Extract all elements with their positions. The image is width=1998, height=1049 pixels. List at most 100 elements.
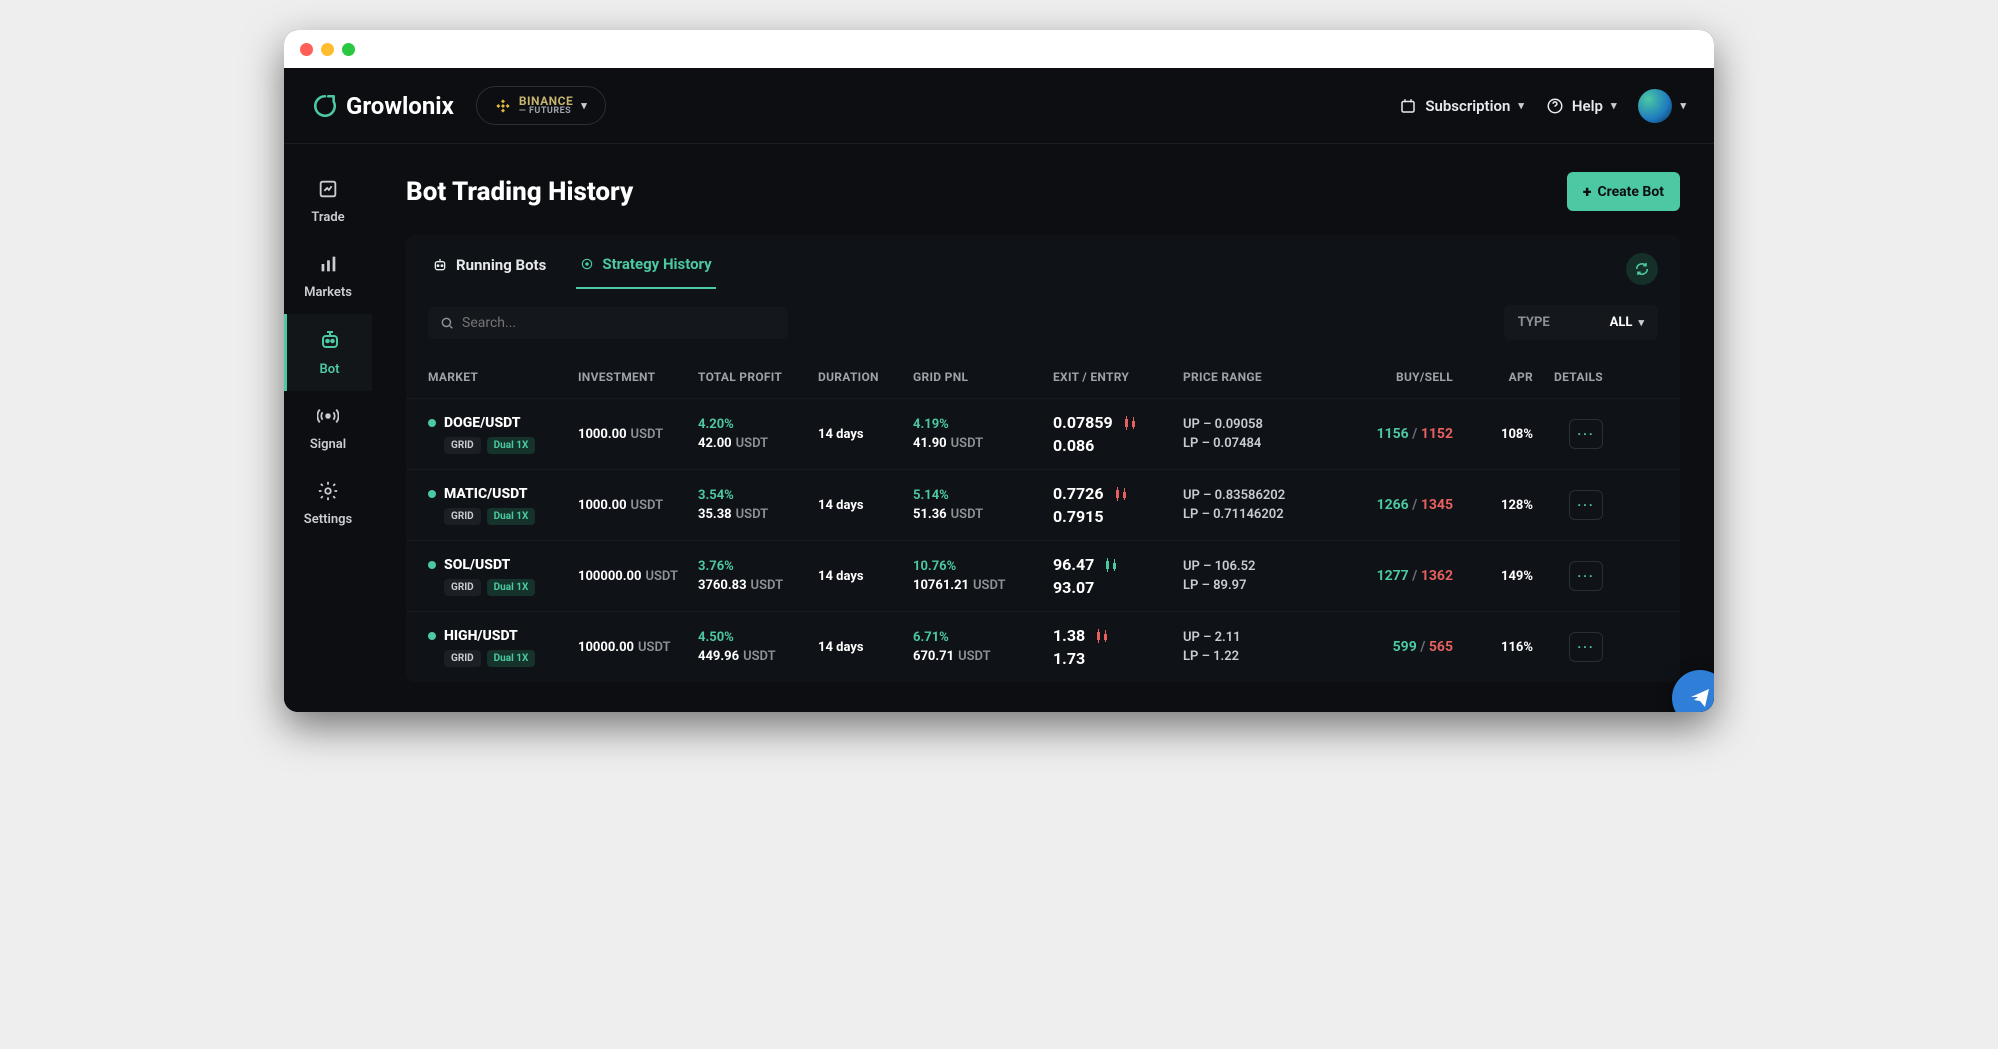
markets-icon: [317, 253, 339, 279]
refresh-icon: [1634, 261, 1650, 277]
search-input-wrap[interactable]: [428, 307, 788, 339]
sidebar-item-label: Settings: [304, 512, 352, 527]
plus-icon: +: [1583, 182, 1592, 201]
sell-count: 565: [1429, 639, 1453, 655]
tab-running-bots[interactable]: Running Bots: [428, 250, 550, 288]
grid-pnl-amount: 41.90: [913, 436, 947, 451]
apr: 116%: [1501, 640, 1533, 655]
entry-price: 0.7915: [1053, 507, 1104, 526]
sidebar-item-label: Markets: [304, 285, 352, 300]
sidebar: Trade Markets Bot Signal Settings: [284, 144, 372, 712]
chevron-down-icon: ▾: [1680, 99, 1686, 112]
dual-badge: Dual 1X: [487, 579, 536, 596]
price-range-lp: LP – 1.22: [1183, 649, 1343, 664]
close-window-button[interactable]: [300, 43, 313, 56]
price-range-lp: LP – 89.97: [1183, 578, 1343, 593]
apr: 149%: [1501, 569, 1533, 584]
grid-badge: GRID: [444, 437, 481, 454]
minimize-window-button[interactable]: [321, 43, 334, 56]
buy-count: 1266: [1377, 497, 1409, 513]
dual-badge: Dual 1X: [487, 508, 536, 525]
total-profit-amount: 3760.83: [698, 578, 747, 593]
sidebar-item-signal[interactable]: Signal: [284, 391, 372, 466]
sidebar-item-label: Trade: [311, 210, 344, 225]
total-profit-amount: 42.00: [698, 436, 732, 451]
price-range-lp: LP – 0.07484: [1183, 436, 1343, 451]
price-range-up: UP – 106.52: [1183, 559, 1343, 574]
table-row: HIGH/USDT GRIDDual 1X 10000.00USDT 4.50%…: [406, 611, 1680, 682]
sell-count: 1362: [1421, 568, 1453, 584]
table-row: MATIC/USDT GRIDDual 1X 1000.00USDT 3.54%…: [406, 469, 1680, 540]
details-button[interactable]: ···: [1569, 490, 1603, 520]
total-profit-amount: 449.96: [698, 649, 739, 664]
candlestick-icon: [1123, 415, 1137, 431]
table-row: SOL/USDT GRIDDual 1X 100000.00USDT 3.76%…: [406, 540, 1680, 611]
details-button[interactable]: ···: [1569, 632, 1603, 662]
app-logo[interactable]: Growlonix: [312, 92, 454, 120]
apr: 108%: [1501, 427, 1533, 442]
status-dot: [428, 490, 436, 498]
history-panel: Running Bots Strategy History: [406, 235, 1680, 682]
exchange-selector[interactable]: BINANCE — FUTURES ▾: [476, 86, 606, 125]
entry-price: 93.07: [1053, 578, 1094, 597]
tab-strategy-history[interactable]: Strategy History: [576, 249, 715, 289]
grid-badge: GRID: [444, 579, 481, 596]
search-icon: [440, 316, 454, 330]
dual-badge: Dual 1X: [487, 650, 536, 667]
total-profit-pct: 4.20%: [698, 417, 818, 432]
trade-icon: [317, 178, 339, 204]
settings-icon: [317, 480, 339, 506]
sidebar-item-trade[interactable]: Trade: [284, 164, 372, 239]
dual-badge: Dual 1X: [487, 437, 536, 454]
chevron-down-icon: ▾: [1611, 99, 1617, 112]
candlestick-icon: [1114, 486, 1128, 502]
status-dot: [428, 561, 436, 569]
logo-icon: [312, 93, 338, 119]
total-profit-pct: 4.50%: [698, 630, 818, 645]
user-menu[interactable]: ▾: [1638, 89, 1686, 123]
buy-count: 1156: [1377, 426, 1409, 442]
signal-icon: [317, 405, 339, 431]
create-bot-button[interactable]: + Create Bot: [1567, 172, 1680, 211]
window-titlebar: [284, 30, 1714, 68]
grid-pnl-amount: 670.71: [913, 649, 954, 664]
buy-count: 599: [1393, 639, 1417, 655]
topbar: Growlonix BINANCE — FUTURES ▾ Subscripti…: [284, 68, 1714, 144]
market-name: SOL/USDT: [444, 557, 510, 573]
exit-price: 96.47: [1053, 555, 1094, 574]
help-menu[interactable]: Help ▾: [1546, 97, 1617, 115]
market-name: MATIC/USDT: [444, 486, 527, 502]
exchange-sub: — FUTURES: [519, 107, 573, 116]
candlestick-icon: [1095, 628, 1109, 644]
bot-icon: [432, 257, 448, 273]
apr: 128%: [1501, 498, 1533, 513]
table-header: MARKET INVESTMENT TOTAL PROFIT DURATION …: [406, 356, 1680, 398]
sidebar-item-markets[interactable]: Markets: [284, 239, 372, 314]
total-profit-pct: 3.54%: [698, 488, 818, 503]
bot-icon: [318, 328, 342, 356]
sidebar-item-bot[interactable]: Bot: [284, 314, 372, 391]
binance-icon: [495, 98, 511, 114]
investment-amount: 100000.00: [578, 569, 641, 584]
sidebar-item-label: Bot: [320, 362, 340, 377]
history-table: MARKET INVESTMENT TOTAL PROFIT DURATION …: [406, 356, 1680, 682]
price-range-lp: LP – 0.71146202: [1183, 507, 1343, 522]
details-button[interactable]: ···: [1569, 561, 1603, 591]
candlestick-icon: [1104, 557, 1118, 573]
search-input[interactable]: [462, 315, 776, 331]
grid-badge: GRID: [444, 650, 481, 667]
type-filter[interactable]: TYPE ALL▾: [1504, 305, 1658, 340]
details-button[interactable]: ···: [1569, 419, 1603, 449]
help-icon: [1546, 97, 1564, 115]
maximize-window-button[interactable]: [342, 43, 355, 56]
grid-pnl-amount: 51.36: [913, 507, 947, 522]
refresh-button[interactable]: [1626, 253, 1658, 285]
table-row: DOGE/USDT GRIDDual 1X 1000.00USDT 4.20%4…: [406, 398, 1680, 469]
sidebar-item-settings[interactable]: Settings: [284, 466, 372, 541]
subscription-menu[interactable]: Subscription ▾: [1399, 97, 1524, 115]
chevron-down-icon: ▾: [1638, 316, 1644, 329]
sell-count: 1152: [1421, 426, 1453, 442]
price-range-up: UP – 0.09058: [1183, 417, 1343, 432]
avatar: [1638, 89, 1672, 123]
entry-price: 1.73: [1053, 649, 1085, 668]
